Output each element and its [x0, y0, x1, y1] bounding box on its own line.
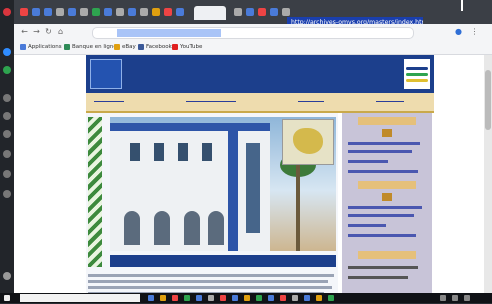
- scrollbar-thumb[interactable]: [485, 70, 491, 130]
- bookmark-icon: [64, 43, 70, 50]
- sidebar-bullet-icon: [382, 129, 392, 137]
- taskbar-app-icon[interactable]: [256, 295, 262, 301]
- side-app-bar: [0, 0, 14, 293]
- reload-icon[interactable]: ↻: [44, 27, 53, 36]
- system-tray-icon[interactable]: [452, 295, 458, 301]
- settings-icon[interactable]: [3, 272, 11, 280]
- app-icon[interactable]: [3, 48, 11, 56]
- taskbar-app-icon[interactable]: [328, 295, 334, 301]
- taskbar-app-icon[interactable]: [208, 295, 214, 301]
- decorative-border: [88, 117, 102, 267]
- extensions-icon[interactable]: ●: [454, 27, 463, 36]
- tab-favicon[interactable]: [270, 8, 278, 16]
- taskbar-app-icon[interactable]: [160, 295, 166, 301]
- bookmark-item[interactable]: Applications: [20, 42, 62, 52]
- map-inset: [282, 119, 334, 165]
- tab-favicon[interactable]: [176, 8, 184, 16]
- url-selection: [117, 29, 221, 37]
- tab-favicon[interactable]: [80, 8, 88, 16]
- taskbar-app-icon[interactable]: [244, 295, 250, 301]
- url-input[interactable]: [92, 27, 414, 39]
- menu-icon[interactable]: ⋮: [470, 27, 479, 36]
- page-viewport: [14, 55, 484, 301]
- app-icon[interactable]: [3, 66, 11, 74]
- bookmark-icon: [138, 43, 144, 50]
- taskbar-app-icon[interactable]: [304, 295, 310, 301]
- address-bar: ← → ↻ ⌂ ● ⋮: [14, 24, 492, 40]
- tab-favicon[interactable]: [20, 8, 28, 16]
- taskbar-app-icon[interactable]: [148, 295, 154, 301]
- start-icon[interactable]: [4, 295, 10, 301]
- taskbar-app-icon[interactable]: [184, 295, 190, 301]
- back-icon[interactable]: ←: [20, 27, 29, 36]
- taskbar-app-icon[interactable]: [316, 295, 322, 301]
- taskbar: [0, 293, 492, 303]
- bookmark-icon: [172, 43, 178, 50]
- tab-favicon[interactable]: [234, 8, 242, 16]
- taskbar-app-icon[interactable]: [280, 295, 286, 301]
- site-nav: [86, 93, 434, 113]
- home-icon[interactable]: ⌂: [56, 27, 65, 36]
- taskbar-app-icon[interactable]: [172, 295, 178, 301]
- building-photo: [110, 117, 336, 251]
- app-icon[interactable]: [3, 8, 11, 16]
- hero-section: [86, 113, 338, 301]
- photo-caption: [110, 255, 336, 267]
- app-icon[interactable]: [3, 112, 11, 120]
- tab-favicon[interactable]: [128, 8, 136, 16]
- bookmark-item[interactable]: Banque en ligne: [64, 42, 117, 52]
- sidebar-heading: [358, 251, 416, 259]
- text-cursor: [461, 0, 463, 11]
- sidebar: [342, 113, 432, 293]
- partner-logo: [404, 59, 430, 89]
- bookmark-item[interactable]: Facebook: [138, 42, 172, 52]
- tab-favicon[interactable]: [140, 8, 148, 16]
- bookmark-item[interactable]: eBay: [114, 42, 136, 52]
- system-tray-icon[interactable]: [440, 295, 446, 301]
- building: [110, 123, 270, 251]
- app-icon[interactable]: [3, 170, 11, 178]
- tab-favicon[interactable]: [116, 8, 124, 16]
- taskbar-app-icon[interactable]: [232, 295, 238, 301]
- site-header: [86, 55, 434, 93]
- tab-favicon[interactable]: [44, 8, 52, 16]
- tab-favicon[interactable]: [32, 8, 40, 16]
- tab-favicon[interactable]: [92, 8, 100, 16]
- tab-favicon[interactable]: [104, 8, 112, 16]
- tab-active[interactable]: [194, 6, 226, 20]
- bookmark-item[interactable]: YouTube: [172, 42, 202, 52]
- bookmarks-bar: Applications Banque en ligne eBay Facebo…: [14, 40, 492, 55]
- app-icon[interactable]: [3, 150, 11, 158]
- taskbar-app-icon[interactable]: [196, 295, 202, 301]
- tab-favicon[interactable]: [56, 8, 64, 16]
- taskbar-search-input[interactable]: [20, 294, 140, 302]
- tab-favicon[interactable]: [258, 8, 266, 16]
- sidebar-heading: [358, 117, 416, 125]
- forward-icon[interactable]: →: [32, 27, 41, 36]
- tab-favicon[interactable]: [68, 8, 76, 16]
- app-icon[interactable]: [3, 130, 11, 138]
- app-icon[interactable]: [3, 94, 11, 102]
- bookmark-icon: [114, 43, 120, 50]
- taskbar-app-icon[interactable]: [220, 295, 226, 301]
- taskbar-app-icon[interactable]: [292, 295, 298, 301]
- tab-favicon[interactable]: [152, 8, 160, 16]
- tab-favicon[interactable]: [282, 8, 290, 16]
- tab-favicon[interactable]: [164, 8, 172, 16]
- app-icon[interactable]: [3, 190, 11, 198]
- tab-favicon[interactable]: [246, 8, 254, 16]
- website: [86, 55, 434, 301]
- bookmark-icon: [20, 43, 26, 50]
- sidebar-heading: [358, 181, 416, 189]
- system-tray-icon[interactable]: [464, 295, 470, 301]
- sidebar-bullet-icon: [382, 193, 392, 201]
- taskbar-app-icon[interactable]: [268, 295, 274, 301]
- site-logo[interactable]: [90, 59, 122, 89]
